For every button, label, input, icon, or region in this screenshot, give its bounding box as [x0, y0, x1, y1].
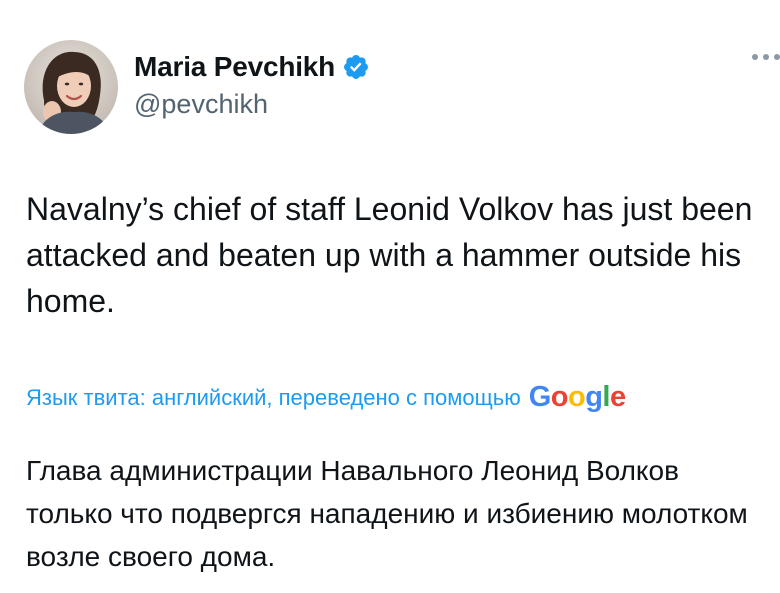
tweet-card: Maria Pevchikh @pevchikh Navalny’s chief…	[0, 0, 780, 593]
translation-label[interactable]: Язык твита: английский, переведено с пом…	[26, 385, 521, 411]
google-letter: e	[609, 381, 626, 413]
google-letter: o	[550, 381, 569, 413]
avatar[interactable]	[24, 40, 118, 134]
verified-badge-icon	[342, 53, 370, 81]
author-name-row: Maria Pevchikh	[134, 51, 370, 83]
google-letter: G	[528, 381, 552, 413]
avatar-photo	[24, 40, 118, 134]
author-display-name[interactable]: Maria Pevchikh	[134, 51, 335, 83]
author-handle[interactable]: @pevchikh	[134, 89, 268, 120]
more-dot	[763, 54, 769, 60]
google-letter: g	[585, 381, 603, 413]
more-dot	[752, 54, 758, 60]
google-letter: o	[567, 381, 586, 413]
more-options-icon[interactable]	[752, 54, 780, 60]
translated-tweet-text: Глава администрации Навального Леонид Во…	[26, 455, 748, 572]
more-dot	[774, 54, 780, 60]
google-letter: l	[602, 381, 610, 413]
translation-attribution[interactable]: Язык твита: английский, переведено с пом…	[26, 381, 626, 414]
google-logo: Google	[529, 381, 626, 414]
tweet-text: Navalny’s chief of staff Leonid Volkov h…	[26, 191, 753, 319]
